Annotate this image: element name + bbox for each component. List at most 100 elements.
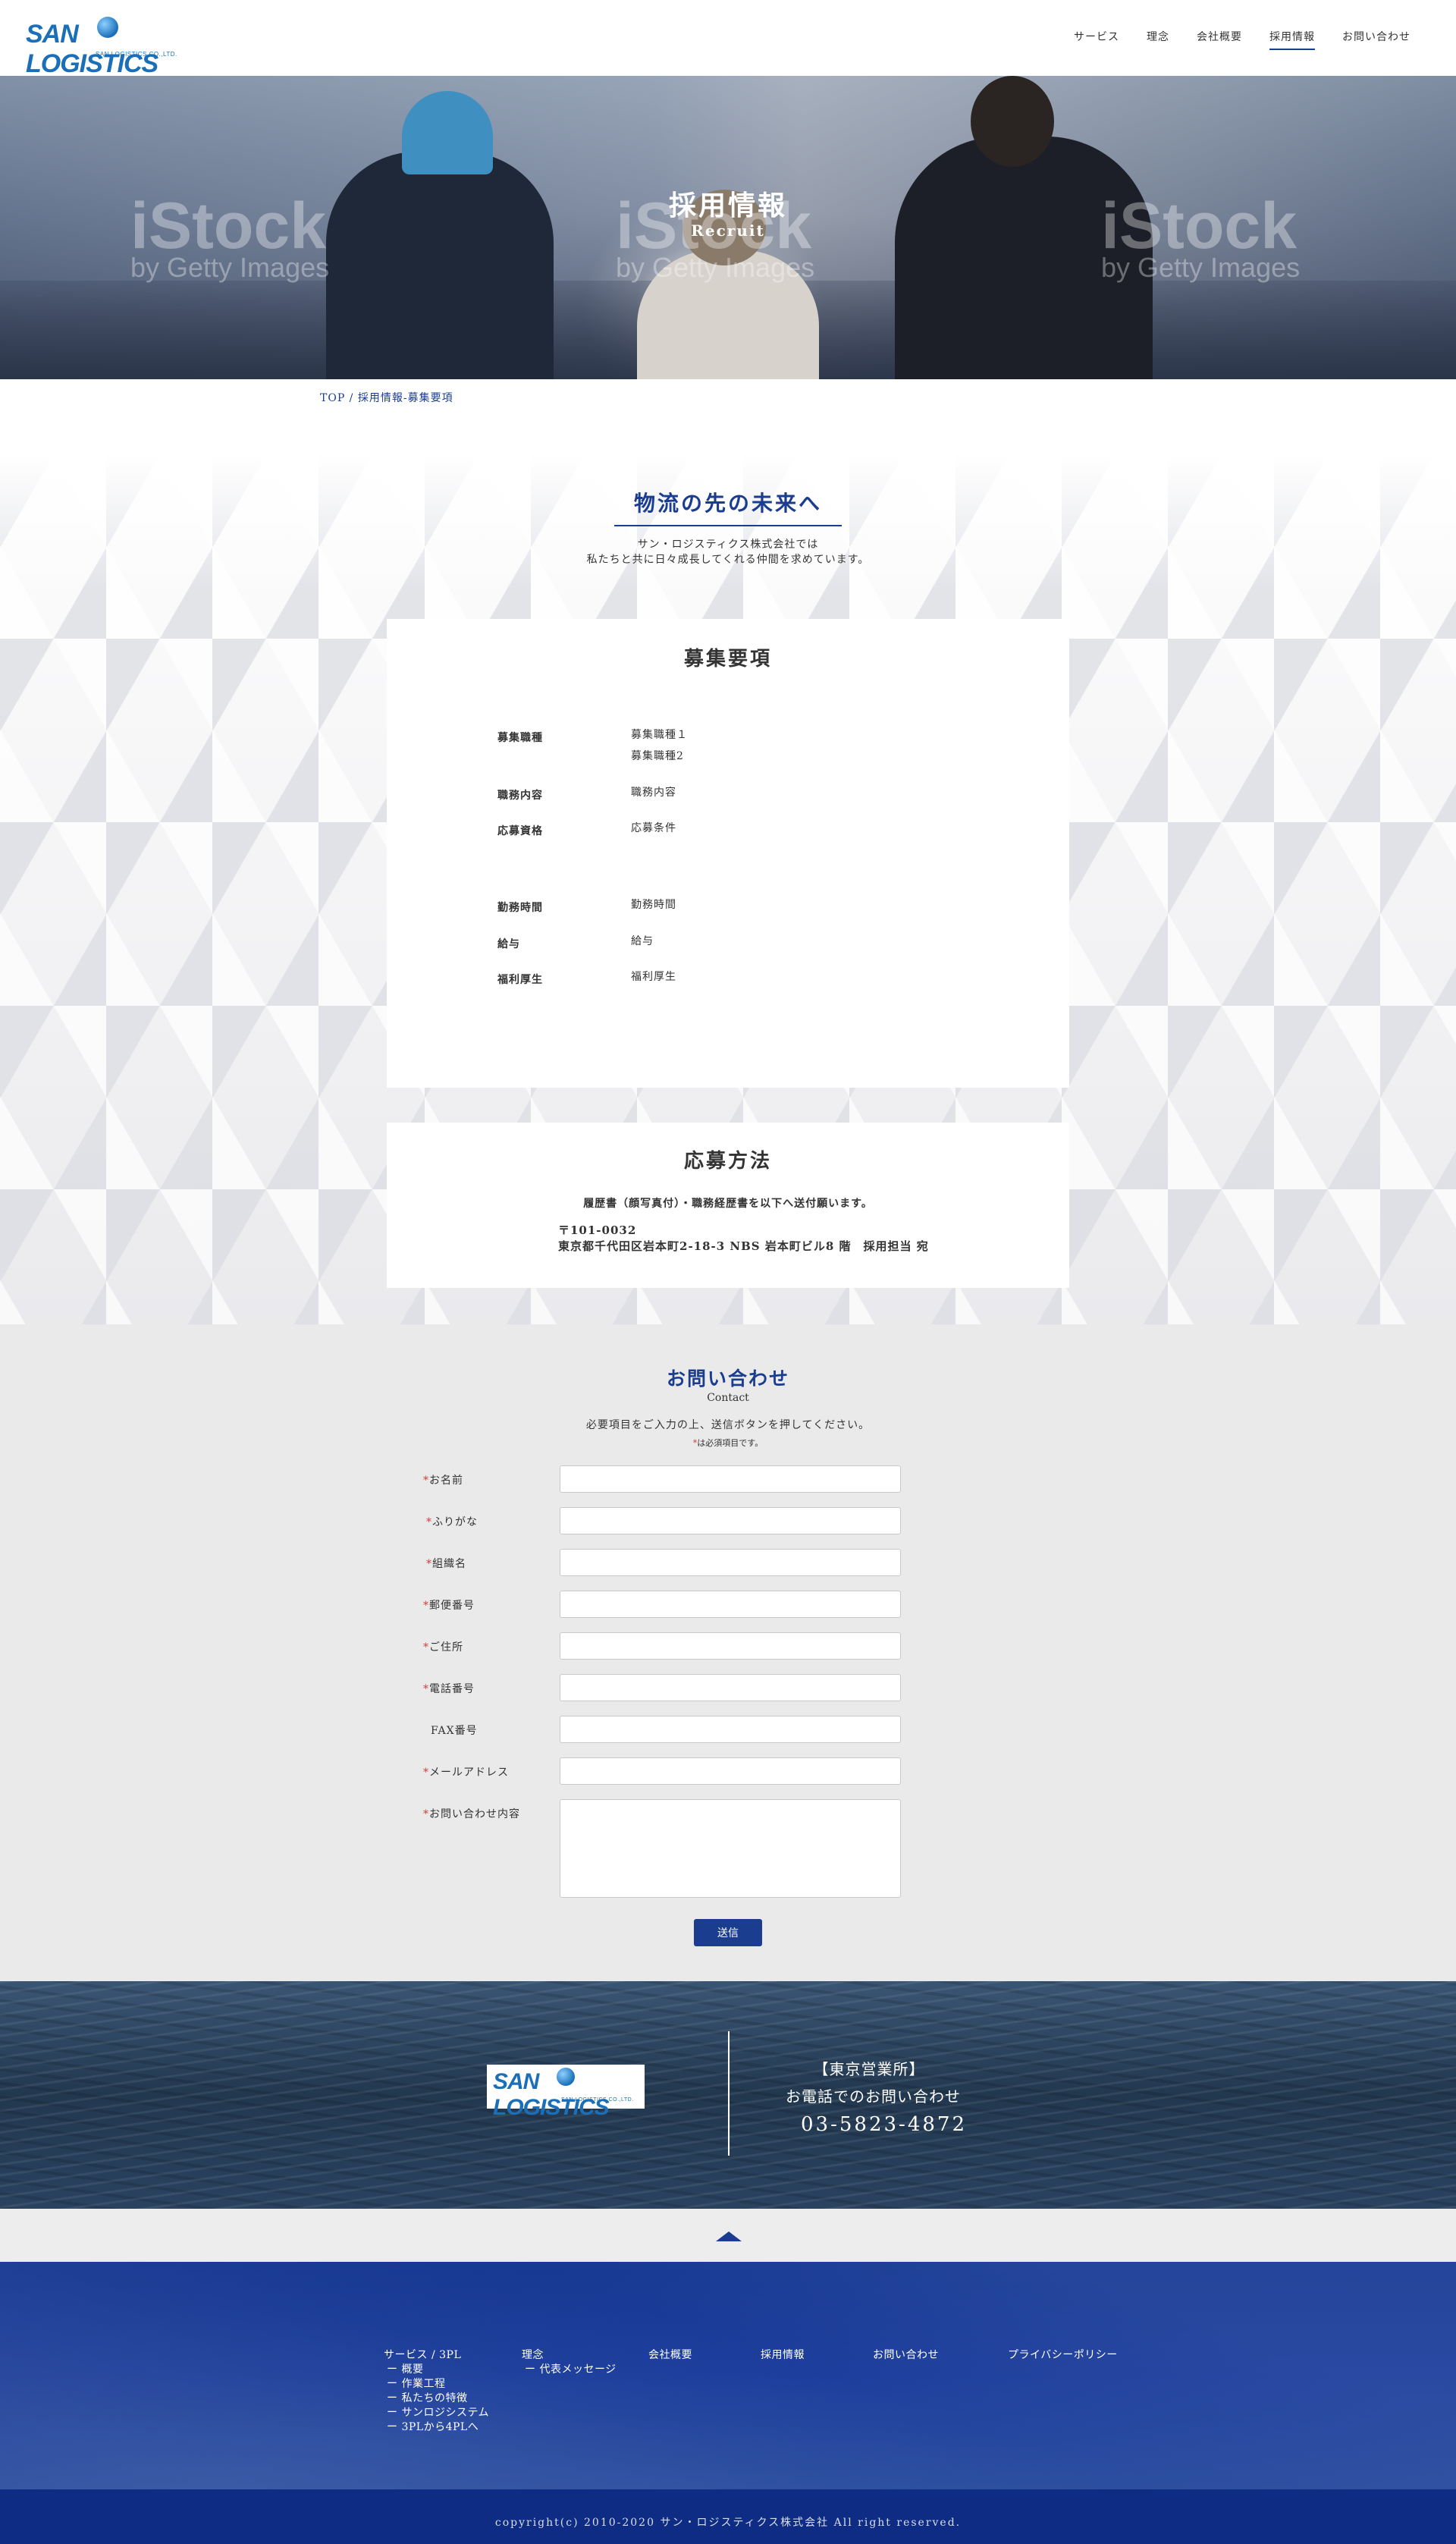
page-subtitle: Recruit bbox=[691, 221, 765, 240]
footer-column-company: 会社概要 bbox=[648, 2348, 692, 2363]
site-logo[interactable]: SAN LOGISTICS SAN LOGISTICS CO.,LTD. bbox=[26, 15, 177, 78]
breadcrumb[interactable]: TOP / 採用情報-募集要項 bbox=[320, 390, 453, 405]
contact-subtitle: Contact bbox=[707, 1392, 749, 1404]
required-note: *は必須項目です。 bbox=[692, 1438, 764, 1448]
field-label: *お名前 bbox=[423, 1475, 463, 1487]
contact-section: お問い合わせ Contact 必要項目をご入力の上、送信ボタンを押してください。… bbox=[0, 1324, 1456, 1981]
page-top-bar bbox=[0, 2209, 1456, 2262]
footer-column-contact: お問い合わせ bbox=[873, 2348, 939, 2363]
logo-subtitle: SAN LOGISTICS CO.,LTD. bbox=[96, 51, 177, 58]
form-row-message: *お問い合わせ内容 bbox=[423, 1799, 901, 1898]
footer-link[interactable]: 会社概要 bbox=[648, 2349, 692, 2361]
lead-text: サン・ロジスティクス株式会社では 私たちと共に日々成長してくれる仲間を求めていま… bbox=[586, 539, 870, 566]
footer-sublink[interactable]: ー 私たちの特徴 bbox=[387, 2392, 467, 2404]
copyright: copyright(c) 2010-2020 サン・ロジスティクス株式会社 Al… bbox=[0, 2489, 1456, 2544]
footer-column-privacy: プライバシーポリシー bbox=[1008, 2348, 1118, 2363]
furigana-input[interactable] bbox=[560, 1507, 901, 1534]
office-name: 【東京営業所】 bbox=[813, 2060, 925, 2078]
requirement-label: 勤務時間 bbox=[497, 902, 543, 914]
title-underline bbox=[614, 525, 842, 526]
requirement-value: 給与 bbox=[631, 935, 654, 947]
requirement-label: 応募資格 bbox=[497, 825, 543, 837]
requirement-value: 応募条件 bbox=[631, 822, 676, 834]
form-row-fax: FAX番号 bbox=[423, 1716, 901, 1743]
phone-label: お電話でのお問い合わせ bbox=[786, 2087, 961, 2106]
requirement-value: 募集職種１ 募集職種2 bbox=[631, 729, 688, 762]
field-label: *組織名 bbox=[426, 1558, 466, 1570]
email-input[interactable] bbox=[560, 1757, 901, 1785]
footer-link[interactable]: プライバシーポリシー bbox=[1008, 2349, 1118, 2361]
form-row-furigana: *ふりがな bbox=[423, 1507, 901, 1534]
nav-item-company[interactable]: 会社概要 bbox=[1197, 29, 1242, 50]
form-row-address: *ご住所 bbox=[423, 1632, 901, 1660]
hard-hat bbox=[402, 91, 493, 174]
footer-sublink[interactable]: ー 代表メッセージ bbox=[525, 2363, 617, 2376]
nav-item-recruit[interactable]: 採用情報 bbox=[1269, 29, 1315, 50]
field-label: *メールアドレス bbox=[423, 1767, 509, 1779]
page-title: 採用情報 bbox=[668, 190, 787, 221]
footer-column-service: サービス / 3PL ー 概要 ー 作業工程 ー 私たちの特徴 ー サンロジシス… bbox=[384, 2348, 489, 2435]
footer-link[interactable]: 採用情報 bbox=[761, 2349, 805, 2361]
phone-input[interactable] bbox=[560, 1674, 901, 1701]
recruit-section: 物流の先の未来へ サン・ロジスティクス株式会社では 私たちと共に日々成長してくれ… bbox=[0, 455, 1456, 1324]
message-textarea[interactable] bbox=[560, 1799, 901, 1898]
arrow-up-icon[interactable] bbox=[716, 2231, 742, 2241]
globe-icon bbox=[97, 17, 118, 38]
businessman-head bbox=[971, 76, 1054, 167]
requirement-value: 福利厚生 bbox=[631, 971, 676, 983]
form-row-email: *メールアドレス bbox=[423, 1757, 901, 1785]
requirements-title: 募集要項 bbox=[683, 648, 772, 671]
site-header: SAN LOGISTICS SAN LOGISTICS CO.,LTD. サービ… bbox=[0, 0, 1456, 78]
field-label: FAX番号 bbox=[431, 1725, 478, 1737]
requirement-label: 職務内容 bbox=[497, 790, 543, 802]
footer-sublink[interactable]: ー 概要 bbox=[387, 2363, 423, 2376]
application-title: 応募方法 bbox=[683, 1150, 772, 1173]
footer-sublink[interactable]: ー 3PLから4PLへ bbox=[387, 2421, 479, 2433]
name-input[interactable] bbox=[560, 1465, 901, 1493]
phone-number[interactable]: 03-5823-4872 bbox=[801, 2113, 967, 2136]
field-label: *ふりがな bbox=[426, 1516, 478, 1528]
postal-code-input[interactable] bbox=[560, 1591, 901, 1618]
application-address: 〒101-0032 東京都千代田区岩本町2-18-3 NBS 岩本町ビル8 階 … bbox=[558, 1223, 929, 1253]
field-label: *ご住所 bbox=[423, 1641, 463, 1654]
footer-link[interactable]: お問い合わせ bbox=[873, 2349, 939, 2361]
requirement-value: 職務内容 bbox=[631, 787, 676, 799]
site-footer: サービス / 3PL ー 概要 ー 作業工程 ー 私たちの特徴 ー サンロジシス… bbox=[0, 2262, 1456, 2489]
contact-instruction: 必要項目をご入力の上、送信ボタンを押してください。 bbox=[585, 1419, 871, 1431]
field-label: *お問い合わせ内容 bbox=[423, 1808, 520, 1820]
form-row-postal: *郵便番号 bbox=[423, 1591, 901, 1618]
footer-sublink[interactable]: ー 作業工程 bbox=[387, 2378, 445, 2390]
requirement-label: 募集職種 bbox=[497, 732, 543, 744]
field-label: *郵便番号 bbox=[423, 1600, 475, 1612]
application-card: 応募方法 履歴書（顔写真付）・職務経歴書を以下へ送付願います。 〒101-003… bbox=[387, 1123, 1069, 1288]
application-instruction: 履歴書（顔写真付）・職務経歴書を以下へ送付願います。 bbox=[583, 1198, 873, 1210]
nav-item-philosophy[interactable]: 理念 bbox=[1147, 29, 1169, 50]
requirements-card: 募集要項 募集職種 募集職種１ 募集職種2 職務内容 職務内容 応募資格 応募条… bbox=[387, 619, 1069, 1088]
divider bbox=[728, 2031, 730, 2156]
address-input[interactable] bbox=[560, 1632, 901, 1660]
footer-logo[interactable]: SAN LOGISTICS SAN LOGISTICS CO.,LTD. bbox=[487, 2065, 645, 2120]
requirement-value: 勤務時間 bbox=[631, 899, 676, 911]
requirement-label: 福利厚生 bbox=[497, 974, 543, 986]
requirement-label: 給与 bbox=[497, 938, 520, 950]
fax-input[interactable] bbox=[560, 1716, 901, 1743]
contact-title: お問い合わせ bbox=[666, 1368, 789, 1390]
form-row-name: *お名前 bbox=[423, 1465, 901, 1493]
organization-input[interactable] bbox=[560, 1549, 901, 1576]
footer-link[interactable]: サービス / 3PL bbox=[384, 2349, 461, 2361]
submit-button[interactable]: 送信 bbox=[694, 1919, 762, 1946]
nav-item-service[interactable]: サービス bbox=[1074, 29, 1119, 50]
nav-item-contact[interactable]: お問い合わせ bbox=[1342, 29, 1410, 50]
footer-column-recruit: 採用情報 bbox=[761, 2348, 805, 2363]
footer-link[interactable]: 理念 bbox=[522, 2349, 544, 2361]
field-label: *電話番号 bbox=[423, 1683, 475, 1695]
form-row-organization: *組織名 bbox=[423, 1549, 901, 1576]
footer-column-philosophy: 理念 ー 代表メッセージ bbox=[522, 2348, 617, 2377]
form-row-phone: *電話番号 bbox=[423, 1674, 901, 1701]
section-fade bbox=[0, 455, 1456, 592]
footer-sublink[interactable]: ー サンロジシステム bbox=[387, 2407, 489, 2419]
hero-banner: iStock by Getty Images iStock by Getty Ima… bbox=[0, 76, 1456, 379]
globe-icon bbox=[557, 2068, 575, 2086]
lead-title: 物流の先の未来へ bbox=[633, 491, 822, 516]
contact-banner: SAN LOGISTICS SAN LOGISTICS CO.,LTD. 【東京… bbox=[0, 1981, 1456, 2209]
